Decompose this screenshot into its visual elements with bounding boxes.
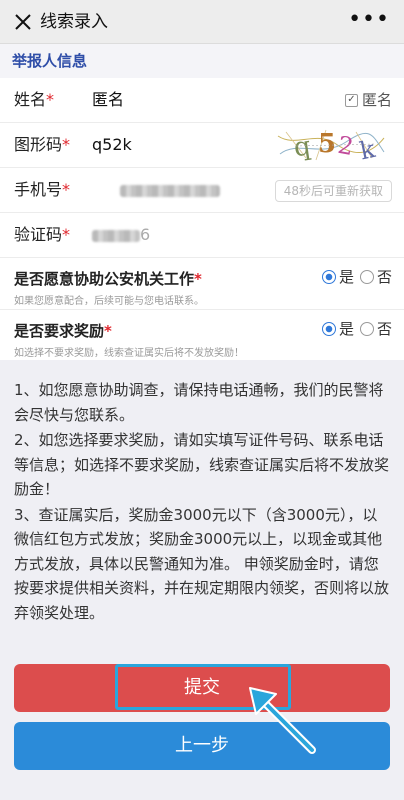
back-button[interactable]: 上一步 <box>14 722 390 770</box>
top-bar: 线索录入 ••• <box>0 0 404 44</box>
anonymous-checkbox[interactable]: ✓ 匿名 <box>344 78 392 122</box>
assist-question-row: 是否愿意协助公安机关工作* 是 否 如果您愿意配合，后续可能与您电话联系。 <box>0 258 404 310</box>
page-title: 线索录入 <box>40 12 108 32</box>
radio-selected-icon <box>321 321 336 336</box>
captcha-label: 图形码* <box>14 135 71 154</box>
required-mark: * <box>46 90 55 109</box>
captcha-char: 2 <box>336 131 356 161</box>
close-button[interactable] <box>8 7 38 37</box>
blurred-code <box>92 229 140 242</box>
anonymous-label: 匿名 <box>361 91 392 109</box>
assist-question: 是否愿意协助公安机关工作* <box>14 270 202 288</box>
required-mark: * <box>62 225 71 244</box>
name-row: 姓名* 匿名 ✓ 匿名 <box>0 78 404 123</box>
name-label: 姓名* <box>14 90 55 109</box>
close-icon <box>15 14 31 30</box>
code-field[interactable]: 6 <box>92 213 150 257</box>
reward-yes-option[interactable]: 是 <box>321 318 354 339</box>
blurred-phone-number <box>120 184 220 197</box>
reward-hint: 如选择不要求奖励，线索查证属实后将不发放奖励！ <box>14 348 244 359</box>
checkbox-checked-icon: ✓ <box>344 93 358 107</box>
reward-no-option[interactable]: 否 <box>359 318 392 339</box>
radio-selected-icon <box>321 269 336 284</box>
submit-button[interactable]: 提交 <box>14 664 390 712</box>
code-label: 验证码* <box>14 225 71 244</box>
section-title: 举报人信息 <box>12 52 88 70</box>
assist-hint: 如果您愿意配合，后续可能与您电话联系。 <box>14 296 204 307</box>
reward-question: 是否要求奖励* <box>14 322 112 340</box>
required-mark: * <box>62 135 71 154</box>
notice-item-2: 2、如您选择要求奖励，请如实填写证件号码、联系电话等信息；如选择不要求奖励，线索… <box>14 431 390 498</box>
resend-code-button[interactable]: 48秒后可重新获取 <box>274 180 392 202</box>
reporter-form: 姓名* 匿名 ✓ 匿名 图形码* q52k q 5 2 k 手机号* 48秒后可… <box>0 78 404 360</box>
reward-radio-group: 是 否 <box>316 318 392 339</box>
pointer-arrow-icon <box>249 687 316 754</box>
required-mark: * <box>194 270 202 288</box>
captcha-image[interactable]: q 5 2 k <box>276 128 386 165</box>
reporter-info-header: 举报人信息 <box>0 44 404 78</box>
captcha-field[interactable]: q52k <box>92 123 132 167</box>
code-tail: 6 <box>140 225 151 244</box>
more-menu-button[interactable]: ••• <box>348 0 390 44</box>
notice-item-3: 3、查证属实后，奖励金3000元以下（含3000元），以微信红包方式发放；奖励金… <box>14 505 390 622</box>
phone-field[interactable] <box>92 168 220 212</box>
assist-yes-option[interactable]: 是 <box>321 266 354 287</box>
radio-empty-icon <box>359 269 374 284</box>
required-mark: * <box>62 180 71 199</box>
assist-no-option[interactable]: 否 <box>359 266 392 287</box>
assist-radio-group: 是 否 <box>316 266 392 287</box>
reward-question-row: 是否要求奖励* 是 否 如选择不要求奖励，线索查证属实后将不发放奖励！ <box>0 310 404 360</box>
code-row: 验证码* 6 <box>0 213 404 258</box>
notice-panel: 1、如您愿意协助调查，请保持电话通畅，我们的民警将会尽快与您联系。 2、如您选择… <box>0 372 404 638</box>
phone-label: 手机号* <box>14 180 71 199</box>
captcha-char: q <box>292 131 313 162</box>
name-field[interactable]: 匿名 <box>92 78 124 122</box>
radio-empty-icon <box>359 321 374 336</box>
phone-row: 手机号* 48秒后可重新获取 <box>0 168 404 213</box>
captcha-char: 5 <box>318 129 336 159</box>
notice-item-1: 1、如您愿意协助调查，请保持电话通畅，我们的民警将会尽快与您联系。 <box>14 381 384 424</box>
required-mark: * <box>104 322 112 340</box>
captcha-row: 图形码* q52k q 5 2 k <box>0 123 404 168</box>
